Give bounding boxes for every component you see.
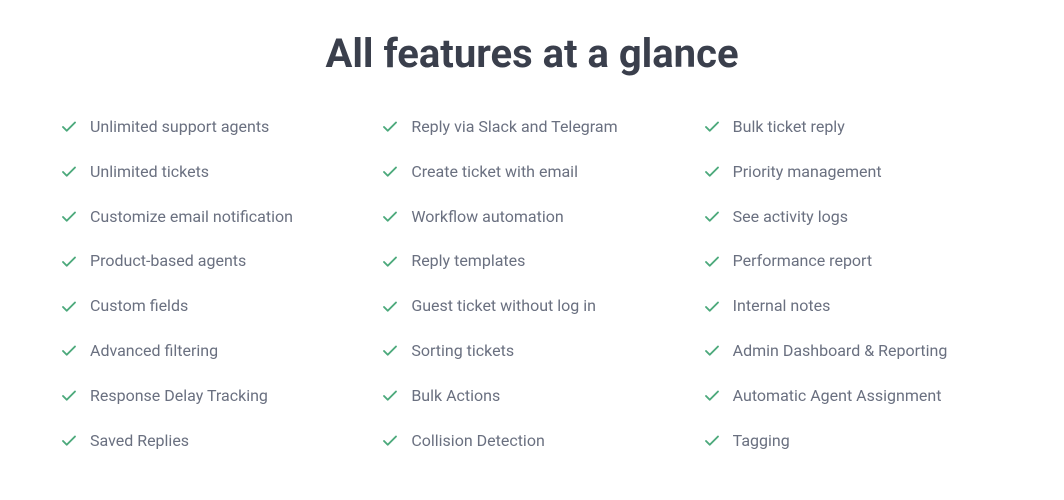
feature-label: Performance report <box>733 251 872 272</box>
feature-item: Reply via Slack and Telegram <box>381 117 682 138</box>
features-column-1: Unlimited support agents Unlimited ticke… <box>60 117 361 451</box>
check-icon <box>381 253 399 271</box>
feature-item: Customize email notification <box>60 207 361 228</box>
feature-item: Advanced filtering <box>60 341 361 362</box>
feature-label: Sorting tickets <box>411 341 514 362</box>
feature-label: Customize email notification <box>90 207 293 228</box>
check-icon <box>381 342 399 360</box>
feature-item: Unlimited tickets <box>60 162 361 183</box>
check-icon <box>60 163 78 181</box>
check-icon <box>703 118 721 136</box>
feature-item: Performance report <box>703 251 1004 272</box>
feature-label: Bulk ticket reply <box>733 117 845 138</box>
check-icon <box>60 298 78 316</box>
feature-label: Product-based agents <box>90 251 246 272</box>
check-icon <box>703 253 721 271</box>
feature-label: Reply templates <box>411 251 525 272</box>
feature-item: Product-based agents <box>60 251 361 272</box>
feature-item: Admin Dashboard & Reporting <box>703 341 1004 362</box>
feature-label: Priority management <box>733 162 882 183</box>
check-icon <box>703 432 721 450</box>
feature-label: Internal notes <box>733 296 831 317</box>
feature-label: Custom fields <box>90 296 188 317</box>
feature-label: Reply via Slack and Telegram <box>411 117 617 138</box>
check-icon <box>381 163 399 181</box>
feature-item: Tagging <box>703 431 1004 452</box>
page-title: All features at a glance <box>60 30 1004 77</box>
feature-item: Bulk Actions <box>381 386 682 407</box>
check-icon <box>60 387 78 405</box>
feature-label: Guest ticket without log in <box>411 296 596 317</box>
feature-item: Internal notes <box>703 296 1004 317</box>
feature-item: Response Delay Tracking <box>60 386 361 407</box>
feature-item: Priority management <box>703 162 1004 183</box>
feature-label: Bulk Actions <box>411 386 500 407</box>
check-icon <box>381 432 399 450</box>
check-icon <box>60 432 78 450</box>
check-icon <box>703 208 721 226</box>
feature-item: Create ticket with email <box>381 162 682 183</box>
feature-item: Guest ticket without log in <box>381 296 682 317</box>
feature-item: Collision Detection <box>381 431 682 452</box>
feature-item: Saved Replies <box>60 431 361 452</box>
check-icon <box>381 208 399 226</box>
feature-item: Bulk ticket reply <box>703 117 1004 138</box>
check-icon <box>381 387 399 405</box>
check-icon <box>60 118 78 136</box>
feature-label: Workflow automation <box>411 207 563 228</box>
check-icon <box>60 342 78 360</box>
feature-item: Unlimited support agents <box>60 117 361 138</box>
features-grid: Unlimited support agents Unlimited ticke… <box>60 117 1004 451</box>
features-column-3: Bulk ticket reply Priority management Se… <box>703 117 1004 451</box>
feature-item: Sorting tickets <box>381 341 682 362</box>
check-icon <box>703 298 721 316</box>
feature-label: Advanced filtering <box>90 341 218 362</box>
feature-label: Admin Dashboard & Reporting <box>733 341 948 362</box>
feature-item: See activity logs <box>703 207 1004 228</box>
feature-label: Unlimited support agents <box>90 117 269 138</box>
features-column-2: Reply via Slack and Telegram Create tick… <box>381 117 682 451</box>
feature-label: Unlimited tickets <box>90 162 209 183</box>
feature-label: Tagging <box>733 431 790 452</box>
check-icon <box>703 163 721 181</box>
feature-label: Response Delay Tracking <box>90 386 268 407</box>
feature-label: Create ticket with email <box>411 162 578 183</box>
check-icon <box>703 387 721 405</box>
feature-item: Reply templates <box>381 251 682 272</box>
feature-label: Saved Replies <box>90 431 189 452</box>
feature-item: Automatic Agent Assignment <box>703 386 1004 407</box>
feature-item: Custom fields <box>60 296 361 317</box>
feature-item: Workflow automation <box>381 207 682 228</box>
feature-label: Automatic Agent Assignment <box>733 386 942 407</box>
feature-label: Collision Detection <box>411 431 544 452</box>
check-icon <box>703 342 721 360</box>
feature-label: See activity logs <box>733 207 848 228</box>
check-icon <box>381 118 399 136</box>
check-icon <box>60 208 78 226</box>
check-icon <box>60 253 78 271</box>
check-icon <box>381 298 399 316</box>
